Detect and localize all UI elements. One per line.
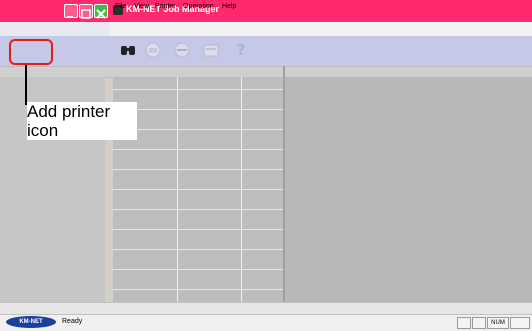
maximize-button[interactable] xyxy=(79,4,93,19)
status-pane-4 xyxy=(510,317,530,329)
find-icon xyxy=(121,46,135,55)
status-pane-1 xyxy=(457,317,471,329)
menu-printer[interactable]: Printer xyxy=(155,3,176,10)
maximize-icon xyxy=(81,9,91,19)
status-pane-2 xyxy=(472,317,486,329)
status-text: Ready xyxy=(62,318,83,325)
annotation-label: Add printer icon xyxy=(27,102,137,140)
connect-icon xyxy=(174,42,190,58)
properties-button[interactable] xyxy=(201,40,221,60)
menu-file[interactable]: File xyxy=(115,3,126,10)
add-printer-button[interactable] xyxy=(143,40,163,60)
annotation-pointer xyxy=(25,65,27,105)
close-icon xyxy=(96,9,106,19)
minimize-button[interactable] xyxy=(64,4,78,18)
connect-button[interactable] xyxy=(172,40,192,60)
help-button[interactable]: ? xyxy=(231,40,251,60)
left-window-menu-strip xyxy=(0,22,110,36)
menu-view[interactable]: View xyxy=(134,3,149,10)
km-net-logo: KM-NET xyxy=(6,316,56,328)
menu-bar xyxy=(110,22,532,36)
menu-help[interactable]: Help xyxy=(222,3,236,10)
help-icon: ? xyxy=(236,41,246,59)
find-button[interactable] xyxy=(118,40,138,60)
menu-operation[interactable]: Operation xyxy=(183,3,214,10)
close-button[interactable] xyxy=(94,4,108,19)
annotation-highlight xyxy=(9,39,53,65)
job-list-pane xyxy=(285,77,532,302)
minimize-icon xyxy=(67,16,73,18)
num-lock-indicator: NUM xyxy=(487,317,509,329)
add-printer-icon xyxy=(145,42,161,58)
printer-list-grid xyxy=(113,77,283,302)
properties-icon xyxy=(203,44,219,57)
